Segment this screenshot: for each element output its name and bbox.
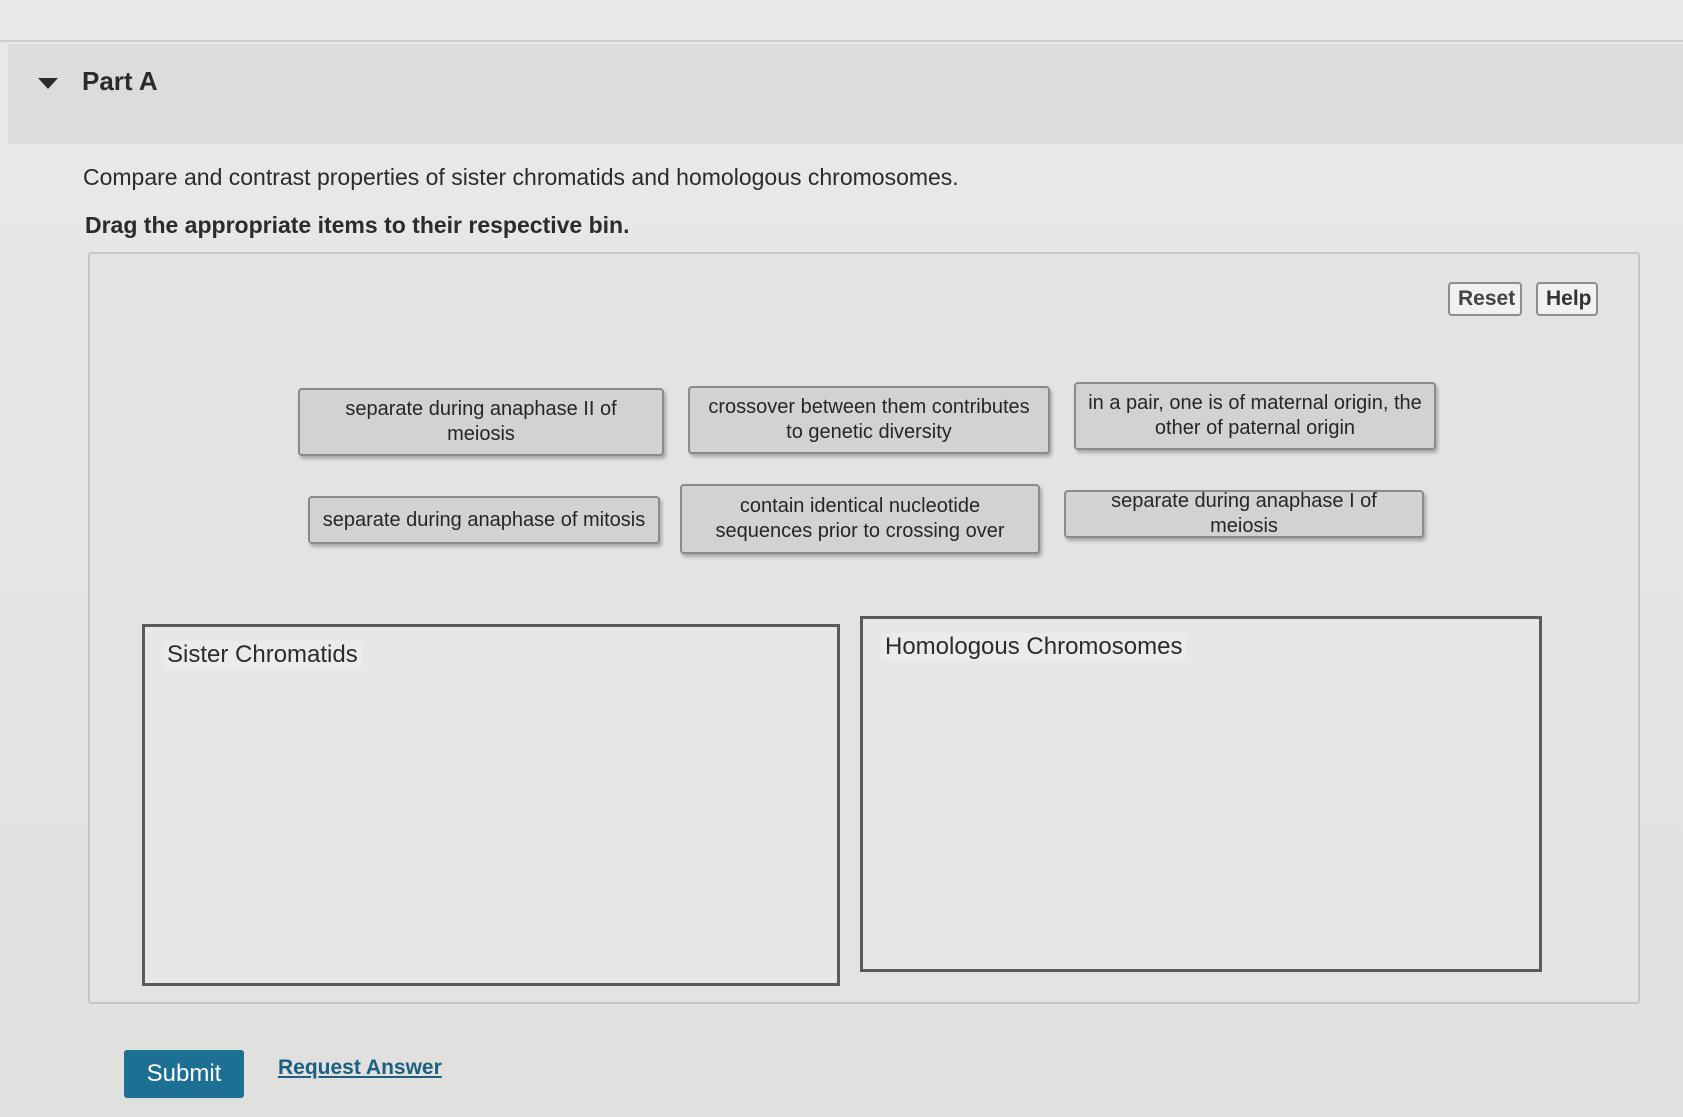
collapse-triangle-icon[interactable] [38, 78, 58, 89]
reset-button[interactable]: Reset [1448, 282, 1522, 316]
part-header[interactable]: Part A [8, 44, 1683, 144]
part-title: Part A [82, 66, 158, 96]
draggable-item[interactable]: in a pair, one is of maternal origin, th… [1074, 382, 1436, 450]
bin-label: Homologous Chromosomes [881, 633, 1187, 661]
question-instruction: Drag the appropriate items to their resp… [85, 212, 630, 238]
help-button[interactable]: Help [1536, 282, 1598, 316]
question-prompt: Compare and contrast properties of siste… [83, 164, 959, 190]
bin-label: Sister Chromatids [163, 641, 362, 669]
drag-drop-workspace: Reset Help separate during anaphase II o… [88, 252, 1640, 1004]
bin-homologous-chromosomes[interactable]: Homologous Chromosomes [860, 616, 1542, 972]
page: Part A Compare and contrast properties o… [0, 0, 1683, 1117]
draggable-item[interactable]: crossover between them contributes to ge… [688, 386, 1050, 454]
draggable-item[interactable]: separate during anaphase II of meiosis [298, 388, 664, 456]
top-divider [0, 40, 1683, 42]
submit-button[interactable]: Submit [124, 1050, 244, 1098]
request-answer-link[interactable]: Request Answer [278, 1056, 442, 1080]
draggable-item[interactable]: separate during anaphase of mitosis [308, 496, 660, 544]
draggable-item[interactable]: contain identical nucleotide sequences p… [680, 484, 1040, 554]
draggable-item[interactable]: separate during anaphase I of meiosis [1064, 490, 1424, 538]
bin-sister-chromatids[interactable]: Sister Chromatids [142, 624, 840, 986]
